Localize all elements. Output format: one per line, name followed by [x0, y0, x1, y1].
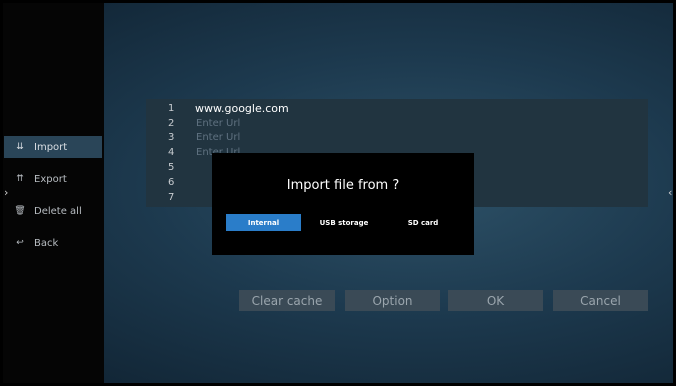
sidebar-item-import[interactable]: ⇊ Import	[4, 136, 102, 158]
ok-button[interactable]: OK	[448, 290, 543, 311]
back-icon: ↩	[16, 238, 24, 248]
import-icon: ⇊	[16, 142, 24, 152]
url-row-number: 2	[168, 118, 175, 129]
cancel-button[interactable]: Cancel	[553, 290, 648, 311]
url-row-text: www.google.com	[195, 102, 289, 115]
url-row-number: 7	[168, 192, 175, 203]
url-row-number: 4	[168, 147, 175, 158]
sidebar-item-delete-all[interactable]: 🗑 Delete all	[4, 200, 102, 222]
url-row-text: Enter Url	[196, 132, 241, 143]
clear-cache-button[interactable]: Clear cache	[239, 290, 335, 311]
sidebar-item-export[interactable]: ⇈ Export	[4, 168, 102, 190]
export-icon: ⇈	[16, 174, 24, 184]
option-button[interactable]: Option	[345, 290, 440, 311]
url-row-number: 3	[168, 132, 175, 143]
sidebar-item-label: Delete all	[34, 205, 82, 217]
url-row-number: 1	[168, 103, 175, 114]
import-dialog: Import file from ? Internal USB storage …	[212, 153, 474, 255]
trash-icon: 🗑	[14, 206, 26, 216]
chevron-right-icon[interactable]: ›	[4, 186, 8, 199]
sidebar: ⇊ Import ⇈ Export 🗑 Delete all ↩ Back	[3, 3, 104, 383]
url-row-text: Enter Url	[196, 118, 241, 129]
chevron-left-icon[interactable]: ‹	[668, 186, 672, 199]
sidebar-item-label: Back	[34, 237, 59, 249]
option-sd-card[interactable]: SD card	[388, 214, 458, 231]
sidebar-item-label: Export	[34, 173, 67, 185]
url-row-number: 5	[168, 162, 175, 173]
sidebar-item-back[interactable]: ↩ Back	[4, 232, 102, 254]
option-usb-storage[interactable]: USB storage	[308, 214, 380, 231]
dialog-title: Import file from ?	[286, 178, 400, 193]
option-internal[interactable]: Internal	[226, 214, 301, 231]
url-row-number: 6	[168, 177, 175, 188]
screen: ⇊ Import ⇈ Export 🗑 Delete all ↩ Back › …	[3, 3, 673, 383]
sidebar-item-label: Import	[34, 141, 68, 153]
